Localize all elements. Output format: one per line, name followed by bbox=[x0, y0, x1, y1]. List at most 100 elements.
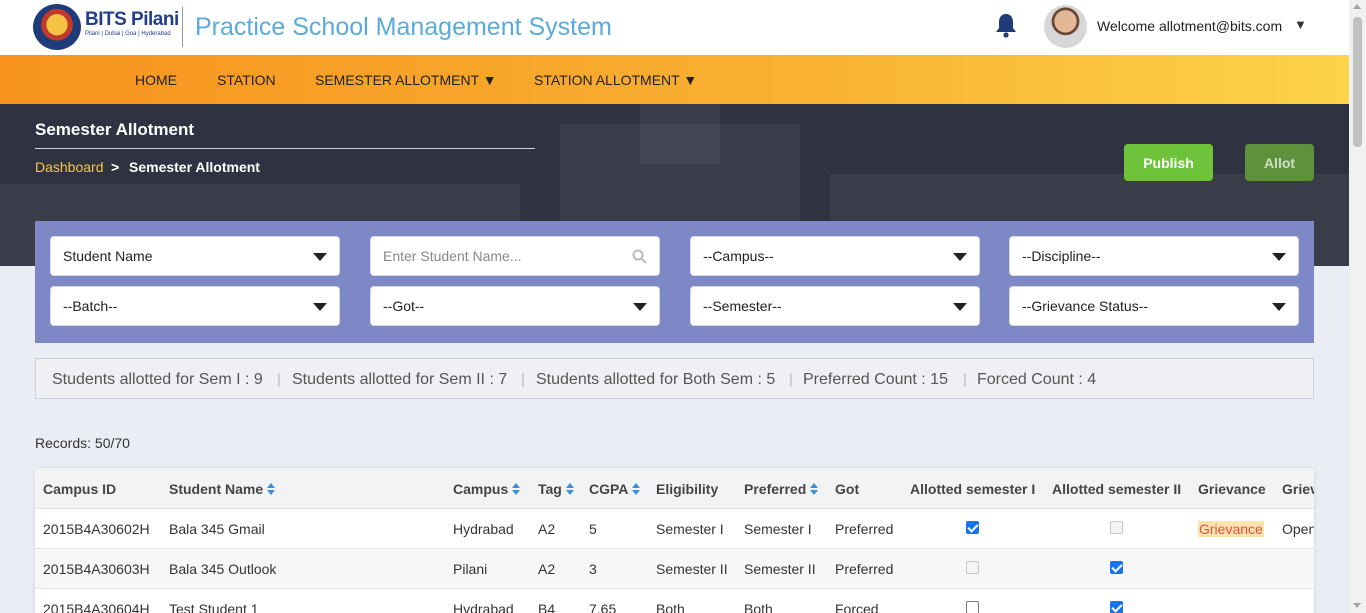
table-row: 2015B4A30603H Bala 345 Outlook Pilani A2… bbox=[35, 549, 1314, 589]
got-value: --Got-- bbox=[383, 298, 425, 314]
cell-student-name: Bala 345 Outlook bbox=[169, 561, 277, 577]
user-avatar[interactable] bbox=[1044, 5, 1087, 48]
table-row: 2015B4A30602H Bala 345 Gmail Hydrabad A2… bbox=[35, 509, 1314, 549]
col-got: Got bbox=[835, 481, 860, 497]
allotment-summary: Students allotted for Sem I : 9 | Studen… bbox=[35, 358, 1314, 399]
nav-home[interactable]: HOME bbox=[135, 72, 177, 88]
cell-cgpa: 3 bbox=[589, 561, 597, 577]
logo-subtext: Pilani | Dubai | Goa | Hyderabad bbox=[85, 31, 171, 37]
allot-button[interactable]: Allot bbox=[1245, 144, 1314, 181]
title-underline bbox=[35, 148, 535, 149]
col-cgpa[interactable]: CGPA bbox=[589, 481, 641, 497]
chevron-down-icon bbox=[1272, 303, 1286, 311]
bits-logo-icon[interactable] bbox=[33, 4, 81, 50]
breadcrumb-separator: > bbox=[111, 159, 120, 175]
allotment-table: Campus ID Student Name Campus Tag CGPA E… bbox=[35, 468, 1314, 613]
col-eligibility: Eligibility bbox=[656, 481, 719, 497]
nav-station-allotment[interactable]: STATION ALLOTMENT ▼ bbox=[534, 72, 697, 88]
col-preferred-label: Preferred bbox=[744, 481, 807, 497]
welcome-user[interactable]: Welcome allotment@bits.com bbox=[1097, 18, 1282, 34]
summary-separator: | bbox=[963, 371, 967, 388]
col-grievance: Grievance bbox=[1198, 481, 1266, 497]
search-by-value: Student Name bbox=[63, 248, 153, 264]
campus-select[interactable]: --Campus-- bbox=[690, 236, 980, 276]
building-tower bbox=[640, 104, 720, 164]
cell-eligibility: Both bbox=[656, 601, 685, 613]
cell-got: Forced bbox=[835, 601, 879, 613]
cell-tag: B4 bbox=[538, 601, 556, 613]
cell-campus: Pilani bbox=[453, 561, 488, 577]
col-campus[interactable]: Campus bbox=[453, 481, 521, 497]
cell-preferred: Both bbox=[744, 601, 773, 613]
sem2-checkbox[interactable] bbox=[1110, 561, 1123, 574]
scroll-thumb[interactable] bbox=[1353, 17, 1362, 147]
summary-separator: | bbox=[789, 371, 793, 388]
page-title: Semester Allotment bbox=[35, 120, 195, 139]
discipline-select[interactable]: --Discipline-- bbox=[1009, 236, 1299, 276]
table-row: 2015B4A30604H Test Student 1 Hydrabad B4… bbox=[35, 589, 1314, 613]
sort-icon[interactable] bbox=[810, 483, 819, 495]
summary-sem1: Students allotted for Sem I : 9 bbox=[52, 371, 263, 388]
sort-icon[interactable] bbox=[632, 483, 641, 495]
sem2-checkbox bbox=[1110, 521, 1123, 534]
grievance-badge[interactable]: Grievance bbox=[1198, 521, 1264, 537]
header-divider bbox=[182, 7, 183, 47]
student-name-search-input[interactable]: Enter Student Name... bbox=[370, 236, 660, 276]
cell-got: Preferred bbox=[835, 561, 894, 577]
top-header: BITS Pilani Pilani | Dubai | Goa | Hyder… bbox=[0, 0, 1349, 55]
breadcrumb-dashboard[interactable]: Dashboard bbox=[35, 159, 104, 175]
search-icon[interactable] bbox=[632, 249, 647, 264]
records-count: Records: 50/70 bbox=[35, 435, 130, 451]
chevron-down-icon bbox=[1272, 253, 1286, 261]
scroll-up-arrow-icon[interactable] bbox=[1353, 4, 1361, 9]
grievance-status-select[interactable]: --Grievance Status-- bbox=[1009, 286, 1299, 326]
got-select[interactable]: --Got-- bbox=[370, 286, 660, 326]
summary-separator: | bbox=[521, 371, 525, 388]
cell-grievance-status: Open bbox=[1282, 521, 1314, 537]
col-grievance-status: Grievance Status bbox=[1282, 481, 1314, 497]
logo-text[interactable]: BITS Pilani bbox=[85, 9, 179, 31]
sort-icon[interactable] bbox=[565, 483, 574, 495]
summary-both: Students allotted for Both Sem : 5 bbox=[536, 371, 776, 388]
cell-campus-id: 2015B4A30603H bbox=[43, 561, 150, 577]
notification-bell-icon[interactable] bbox=[995, 12, 1017, 38]
nav-semester-allotment[interactable]: SEMESTER ALLOTMENT ▼ bbox=[315, 72, 497, 88]
breadcrumb-current: Semester Allotment bbox=[129, 159, 260, 175]
col-allotted-sem2: Allotted semester II bbox=[1052, 481, 1182, 497]
cell-eligibility: Semester I bbox=[656, 521, 724, 537]
search-by-select[interactable]: Student Name bbox=[50, 236, 340, 276]
user-menu-caret-icon[interactable]: ▼ bbox=[1294, 17, 1307, 32]
col-campus-id: Campus ID bbox=[43, 481, 117, 497]
sem1-checkbox[interactable] bbox=[966, 601, 979, 613]
cell-cgpa: 5 bbox=[589, 521, 597, 537]
table-header: Campus ID Student Name Campus Tag CGPA E… bbox=[35, 468, 1314, 509]
cell-preferred: Semester I bbox=[744, 521, 812, 537]
summary-preferred: Preferred Count : 15 bbox=[803, 371, 948, 388]
sort-icon[interactable] bbox=[267, 483, 276, 495]
app-title: Practice School Management System bbox=[195, 13, 612, 41]
chevron-down-icon bbox=[953, 303, 967, 311]
col-cgpa-label: CGPA bbox=[589, 481, 629, 497]
scroll-down-arrow-icon[interactable] bbox=[1353, 603, 1361, 608]
page-scrollbar[interactable] bbox=[1349, 0, 1366, 613]
grievance-status-value: --Grievance Status-- bbox=[1022, 298, 1149, 314]
col-student-name[interactable]: Student Name bbox=[169, 481, 276, 497]
batch-select[interactable]: --Batch-- bbox=[50, 286, 340, 326]
semester-select[interactable]: --Semester-- bbox=[690, 286, 980, 326]
cell-eligibility: Semester II bbox=[656, 561, 728, 577]
col-student-name-label: Student Name bbox=[169, 481, 264, 497]
sem1-checkbox[interactable] bbox=[966, 521, 979, 534]
col-preferred[interactable]: Preferred bbox=[744, 481, 819, 497]
summary-separator: | bbox=[277, 371, 281, 388]
sem2-checkbox[interactable] bbox=[1110, 601, 1123, 613]
publish-button[interactable]: Publish bbox=[1124, 144, 1213, 181]
col-tag[interactable]: Tag bbox=[538, 481, 574, 497]
chevron-down-icon bbox=[313, 253, 327, 261]
sort-icon[interactable] bbox=[512, 483, 521, 495]
cell-tag: A2 bbox=[538, 521, 556, 537]
nav-station[interactable]: STATION bbox=[217, 72, 276, 88]
col-campus-label: Campus bbox=[453, 481, 509, 497]
col-tag-label: Tag bbox=[538, 481, 562, 497]
summary-sem2: Students allotted for Sem II : 7 bbox=[292, 371, 508, 388]
cell-campus-id: 2015B4A30602H bbox=[43, 521, 150, 537]
